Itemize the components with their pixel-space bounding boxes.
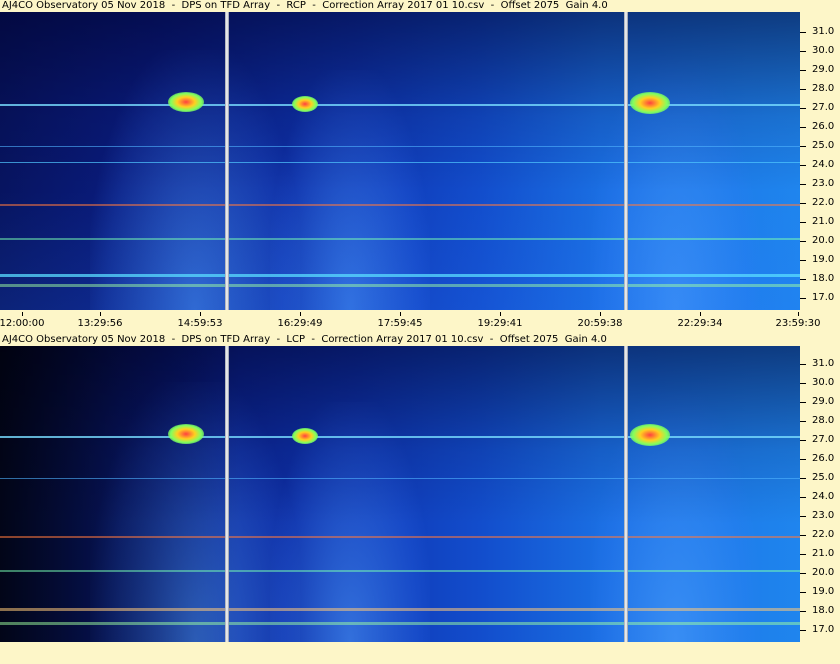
time-tick: 20:59:38 [578, 312, 622, 332]
rcp-band-22mhz [0, 204, 800, 206]
rcp-ytick: 27.0 [800, 102, 840, 114]
time-axis: 12:00:00 13:29:56 14:59:53 16:29:49 17:5… [0, 312, 840, 332]
lcp-ytick: 17.0 [800, 624, 840, 636]
lcp-ytick: 19.0 [800, 586, 840, 598]
lcp-ytick: 18.0 [800, 605, 840, 617]
rcp-burst-1 [168, 92, 204, 112]
time-tick: 16:29:49 [278, 312, 322, 332]
rcp-ytick: 23.0 [800, 178, 840, 190]
lcp-data-gap-1 [225, 346, 229, 642]
lcp-burst-3 [630, 424, 670, 446]
lcp-ytick: 26.0 [800, 453, 840, 465]
lcp-band-25mhz [0, 478, 800, 479]
lcp-ytick: 28.0 [800, 415, 840, 427]
rcp-burst-3 [630, 92, 670, 114]
lcp-ytick: 31.0 [800, 358, 840, 370]
lcp-ytick: 23.0 [800, 510, 840, 522]
lcp-frequency-axis: 31.0 30.0 29.0 28.0 27.0 26.0 25.0 24.0 … [800, 346, 840, 642]
lcp-ytick: 24.0 [800, 491, 840, 503]
lcp-burst-2 [292, 428, 318, 444]
rcp-ytick: 30.0 [800, 45, 840, 57]
time-tick: 19:29:41 [478, 312, 522, 332]
time-tick: 22:29:34 [678, 312, 722, 332]
rcp-frequency-axis: 31.0 30.0 29.0 28.0 27.0 26.0 25.0 24.0 … [800, 12, 840, 310]
lcp-band-27mhz [0, 436, 800, 438]
rcp-ytick: 22.0 [800, 197, 840, 209]
rcp-band-25mhz [0, 146, 800, 147]
rcp-band-24mhz [0, 162, 800, 163]
rcp-burst-2 [292, 96, 318, 112]
rcp-ytick: 26.0 [800, 121, 840, 133]
rcp-ytick: 18.0 [800, 273, 840, 285]
rcp-band-27mhz [0, 104, 800, 106]
rcp-ytick: 29.0 [800, 64, 840, 76]
time-tick: 17:59:45 [378, 312, 422, 332]
rcp-ytick: 20.0 [800, 235, 840, 247]
time-tick: 12:00:00 [0, 312, 44, 332]
rcp-spectrogram[interactable] [0, 12, 800, 310]
rcp-ytick: 28.0 [800, 83, 840, 95]
lcp-ytick: 25.0 [800, 472, 840, 484]
rcp-data-gap-2 [624, 12, 628, 310]
rcp-ytick: 17.0 [800, 292, 840, 304]
rcp-ytick: 24.0 [800, 159, 840, 171]
lcp-burst-1 [168, 424, 204, 444]
lcp-ytick: 29.0 [800, 396, 840, 408]
lcp-spectrogram[interactable] [0, 346, 800, 642]
time-tick: 23:59:30 [776, 312, 820, 332]
rcp-ytick: 21.0 [800, 216, 840, 228]
lcp-ytick: 20.0 [800, 567, 840, 579]
lcp-band-17mhz [0, 622, 800, 625]
rcp-ytick: 31.0 [800, 26, 840, 38]
rcp-panel-title: AJ4CO Observatory 05 Nov 2018 - DPS on T… [0, 0, 840, 12]
lcp-ytick: 21.0 [800, 548, 840, 560]
rcp-ytick: 19.0 [800, 254, 840, 266]
lcp-ytick: 27.0 [800, 434, 840, 446]
lcp-ytick: 30.0 [800, 377, 840, 389]
time-tick: 14:59:53 [178, 312, 222, 332]
lcp-band-18mhz [0, 608, 800, 611]
rcp-band-17mhz [0, 284, 800, 287]
rcp-band-18mhz [0, 274, 800, 277]
rcp-data-gap-1 [225, 12, 229, 310]
time-tick: 13:29:56 [78, 312, 122, 332]
rcp-band-20mhz [0, 238, 800, 240]
lcp-band-20mhz [0, 570, 800, 572]
lcp-data-gap-2 [624, 346, 628, 642]
lcp-ytick: 22.0 [800, 529, 840, 541]
lcp-panel-title: AJ4CO Observatory 05 Nov 2018 - DPS on T… [0, 334, 840, 346]
rcp-ytick: 25.0 [800, 140, 840, 152]
lcp-band-22mhz [0, 536, 800, 538]
lcp-shading [0, 346, 800, 642]
rcp-shading [0, 12, 800, 310]
